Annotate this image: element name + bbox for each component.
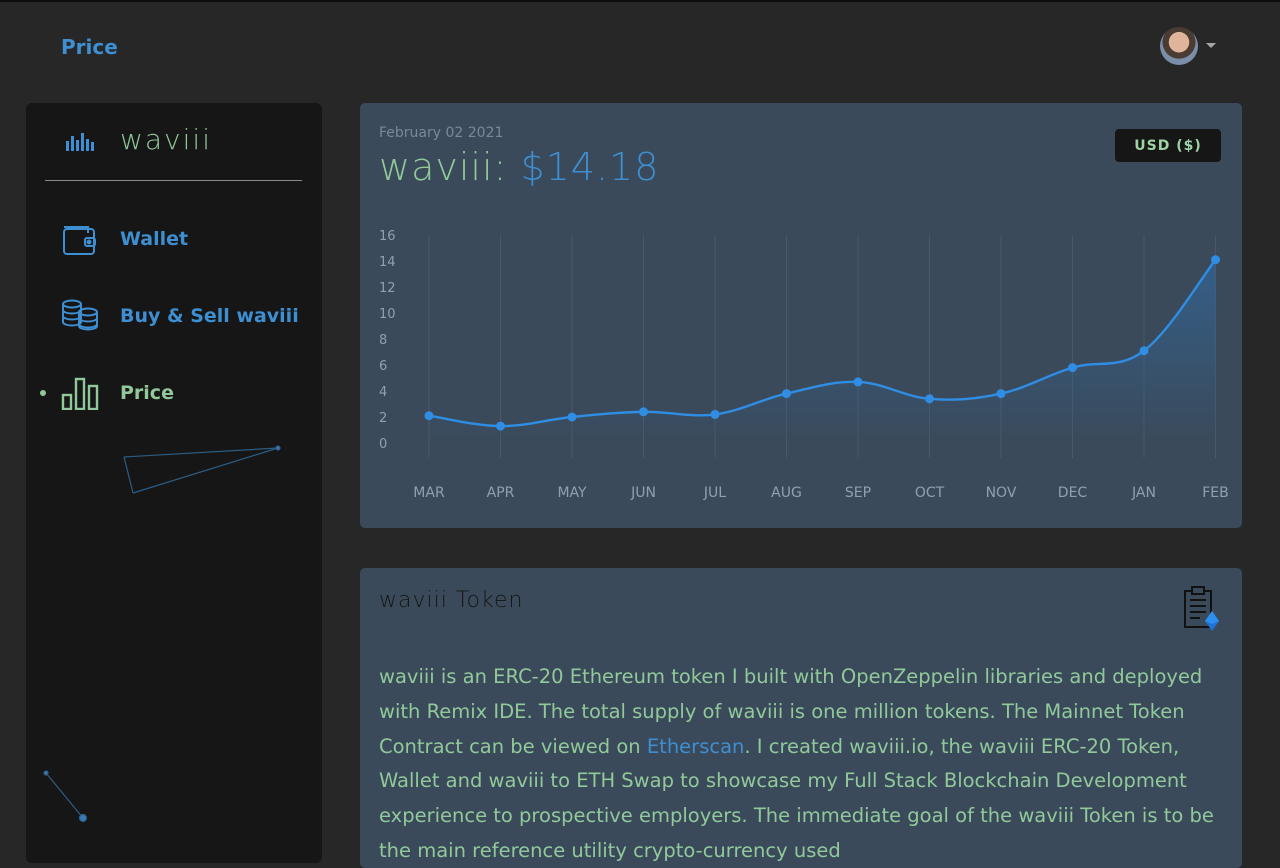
data-point — [424, 411, 434, 421]
y-tick-label: 6 — [379, 359, 387, 374]
x-tick-label: AUG — [771, 485, 802, 501]
data-point — [496, 421, 505, 431]
x-tick-label: APR — [487, 485, 515, 501]
x-tick-label: MAR — [413, 485, 445, 501]
x-tick-label: JUN — [630, 485, 656, 501]
y-tick-label: 8 — [379, 333, 387, 348]
token-info-card: waviii Token waviii is an ERC-20 Ethereu… — [360, 568, 1242, 868]
data-point — [1139, 346, 1149, 356]
decorative-lines — [43, 445, 281, 823]
y-tick-label: 10 — [379, 307, 396, 322]
token-card-title: waviii Token — [379, 588, 524, 613]
x-tick-label: SEP — [845, 485, 871, 501]
x-tick-label: JAN — [1131, 485, 1156, 501]
y-tick-label: 2 — [379, 411, 387, 426]
data-point — [853, 377, 863, 387]
data-point — [996, 389, 1006, 399]
data-point — [639, 407, 648, 417]
y-tick-label: 16 — [379, 229, 396, 244]
sidebar: waviii Wallet Buy & Sell waviii Price — [26, 103, 322, 863]
y-tick-label: 4 — [379, 385, 387, 400]
series-area — [429, 259, 1216, 443]
price-chart-card: February 02 2021 waviii: $14.18 USD ($) … — [360, 103, 1242, 528]
data-point — [782, 389, 791, 399]
y-tick-label: 12 — [379, 281, 396, 296]
y-tick-label: 0 — [379, 437, 387, 452]
token-description: waviii is an ERC-20 Ethereum token I bui… — [379, 660, 1224, 868]
x-tick-label: JUL — [703, 485, 726, 501]
y-tick-label: 14 — [379, 255, 396, 270]
price-line-chart: 16 14 12 10 8 6 4 2 0 MAR APR MAY JUN JUL AUG SEP OCT NOV… — [379, 229, 1229, 501]
contract-ethereum-icon — [1184, 586, 1219, 631]
chevron-down-icon[interactable] — [1206, 43, 1216, 48]
x-tick-label: OCT — [915, 485, 945, 501]
page-title: Price — [61, 35, 118, 59]
data-point — [1068, 363, 1077, 373]
data-point — [710, 409, 720, 419]
x-tick-label: DEC — [1058, 485, 1088, 501]
etherscan-link[interactable]: Etherscan — [647, 735, 745, 758]
x-tick-label: FEB — [1202, 485, 1229, 501]
x-tick-label: NOV — [986, 485, 1017, 501]
data-point — [1211, 255, 1220, 265]
data-point — [925, 394, 934, 404]
data-point — [567, 412, 577, 422]
x-tick-label: MAY — [557, 485, 587, 501]
avatar[interactable] — [1160, 27, 1198, 65]
